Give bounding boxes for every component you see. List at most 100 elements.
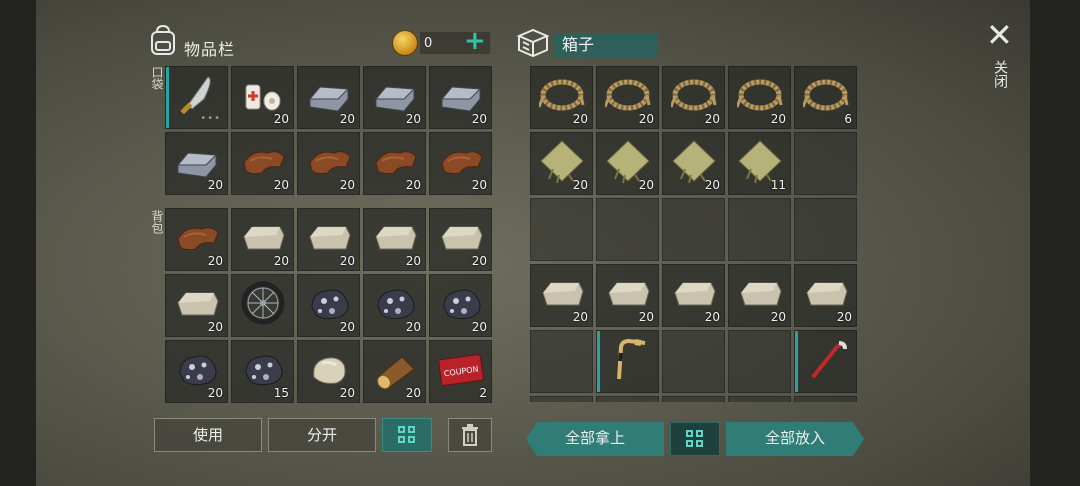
log-icon: [377, 356, 415, 390]
box-slot-cloth[interactable]: 20: [596, 132, 659, 195]
trash-button[interactable]: [448, 418, 492, 452]
pocket-slot-iron-ingot[interactable]: 20: [297, 66, 360, 129]
backpack-slot-iron-ore[interactable]: 20: [297, 274, 360, 337]
box-slot-empty[interactable]: [794, 396, 857, 402]
backpack-slot-stone-brick[interactable]: 20: [231, 208, 294, 271]
box-slot-cloth[interactable]: 20: [530, 132, 593, 195]
pocket-slot-iron-ingot[interactable]: 20: [165, 132, 228, 195]
item-count: 11: [770, 178, 786, 192]
box-slot-empty[interactable]: [662, 198, 725, 261]
item-count: 20: [471, 112, 487, 126]
iron-ore-icon: [311, 289, 349, 320]
stone-brick-icon: [441, 226, 483, 250]
backpack-slot-wheel[interactable]: [231, 274, 294, 337]
pocket-slot-bandage[interactable]: 20: [231, 66, 294, 129]
box-slot-stone-brick[interactable]: 20: [662, 264, 725, 327]
close-icon[interactable]: ✕: [986, 19, 1013, 51]
item-count: 20: [704, 112, 720, 126]
backpack-slot-stone-brick[interactable]: 20: [165, 274, 228, 337]
box-slot-empty[interactable]: [662, 396, 725, 402]
add-coins-button[interactable]: +: [464, 28, 486, 54]
backpack-icon: [151, 24, 175, 55]
pocket-slot-iron-ingot[interactable]: 20: [363, 66, 426, 129]
item-count: 20: [572, 310, 588, 324]
backpack-grid: 20 20 20 20 20 20 20 20 20 20 15 20 20 COUPON 2: [165, 208, 492, 403]
sort-box-button[interactable]: [670, 422, 720, 456]
item-count: 20: [339, 112, 355, 126]
item-count: 15: [273, 386, 289, 400]
rope-icon: [605, 79, 651, 111]
item-count: 20: [638, 178, 654, 192]
rope-icon: [803, 79, 849, 111]
box-slot-rope[interactable]: 6: [794, 66, 857, 129]
box-slot-rope[interactable]: 20: [530, 66, 593, 129]
backpack-slot-coupon[interactable]: COUPON 2: [429, 340, 492, 403]
pocket-slot-leather[interactable]: 20: [363, 132, 426, 195]
iron-ore-icon: [179, 355, 217, 386]
box-slot-empty[interactable]: [596, 198, 659, 261]
pocket-slot-leather[interactable]: 20: [231, 132, 294, 195]
machete-icon: [180, 76, 211, 115]
backpack-slot-leather[interactable]: 20: [165, 208, 228, 271]
backpack-slot-stone-brick[interactable]: 20: [429, 208, 492, 271]
box-slot-empty[interactable]: [596, 396, 659, 402]
game-screen: 物品栏 0 + 箱子 ✕ 关闭 口袋 背包 ••• 20 20 20 20 20 20 20 2…: [36, 0, 1030, 486]
box-slot-stone-brick[interactable]: 20: [728, 264, 791, 327]
cloth-icon: [606, 140, 650, 183]
box-slot-empty[interactable]: [794, 198, 857, 261]
backpack-slot-iron-ore[interactable]: 15: [231, 340, 294, 403]
item-count: 20: [405, 386, 421, 400]
sort-inventory-button[interactable]: [382, 418, 432, 452]
backpack-slot-log[interactable]: 20: [363, 340, 426, 403]
leather-icon: [177, 227, 219, 251]
box-slot-empty[interactable]: [530, 330, 593, 393]
box-slot-rope[interactable]: 20: [662, 66, 725, 129]
box-slot-empty[interactable]: [728, 330, 791, 393]
box-slot-rope[interactable]: 20: [728, 66, 791, 129]
backpack-slot-stone[interactable]: 20: [297, 340, 360, 403]
split-button[interactable]: 分开: [268, 418, 376, 452]
item-count: 20: [770, 310, 786, 324]
iron-ore-icon: [245, 355, 283, 386]
coin-count: 0: [424, 36, 433, 51]
pocket-slot-machete[interactable]: •••: [165, 66, 228, 129]
stone-brick-icon: [806, 282, 848, 306]
box-slot-empty[interactable]: [530, 396, 593, 402]
leather-icon: [441, 151, 483, 175]
backpack-slot-iron-ore[interactable]: 20: [429, 274, 492, 337]
pocket-slot-leather[interactable]: 20: [429, 132, 492, 195]
pocket-slot-leather[interactable]: 20: [297, 132, 360, 195]
box-slot-hockey-stick[interactable]: [596, 330, 659, 393]
use-button[interactable]: 使用: [154, 418, 262, 452]
take-all-button[interactable]: 全部拿上: [526, 422, 664, 456]
iron-ingot-icon: [308, 86, 350, 112]
backpack-slot-stone-brick[interactable]: 20: [297, 208, 360, 271]
box-slot-empty[interactable]: [728, 198, 791, 261]
box-slot-cloth[interactable]: 11: [728, 132, 791, 195]
backpack-slot-iron-ore[interactable]: 20: [165, 340, 228, 403]
item-count: 20: [704, 178, 720, 192]
pocket-slot-iron-ingot[interactable]: 20: [429, 66, 492, 129]
box-slot-stone-brick[interactable]: 20: [794, 264, 857, 327]
box-slot-empty[interactable]: [728, 396, 791, 402]
close-label[interactable]: 关闭: [992, 60, 1008, 88]
put-all-button[interactable]: 全部放入: [726, 422, 864, 456]
box-slot-empty[interactable]: [794, 132, 857, 195]
pocket-label: 口袋: [150, 66, 164, 90]
box-slot-empty[interactable]: [530, 198, 593, 261]
box-slot-cloth[interactable]: 20: [662, 132, 725, 195]
box-slot-stone-brick[interactable]: 20: [596, 264, 659, 327]
box-slot-stone-brick[interactable]: 20: [530, 264, 593, 327]
grid-sort-icon: [398, 426, 416, 444]
item-count: 20: [273, 112, 289, 126]
grid-sort-icon: [686, 430, 704, 448]
leather-icon: [375, 151, 417, 175]
box-slot-crowbar[interactable]: [794, 330, 857, 393]
backpack-slot-stone-brick[interactable]: 20: [363, 208, 426, 271]
backpack-slot-iron-ore[interactable]: 20: [363, 274, 426, 337]
pocket-grid: ••• 20 20 20 20 20 20 20 20 20: [165, 66, 492, 195]
box-slot-rope[interactable]: 20: [596, 66, 659, 129]
item-count: 20: [207, 178, 223, 192]
box-slot-empty[interactable]: [662, 330, 725, 393]
box-icon: [516, 28, 550, 58]
